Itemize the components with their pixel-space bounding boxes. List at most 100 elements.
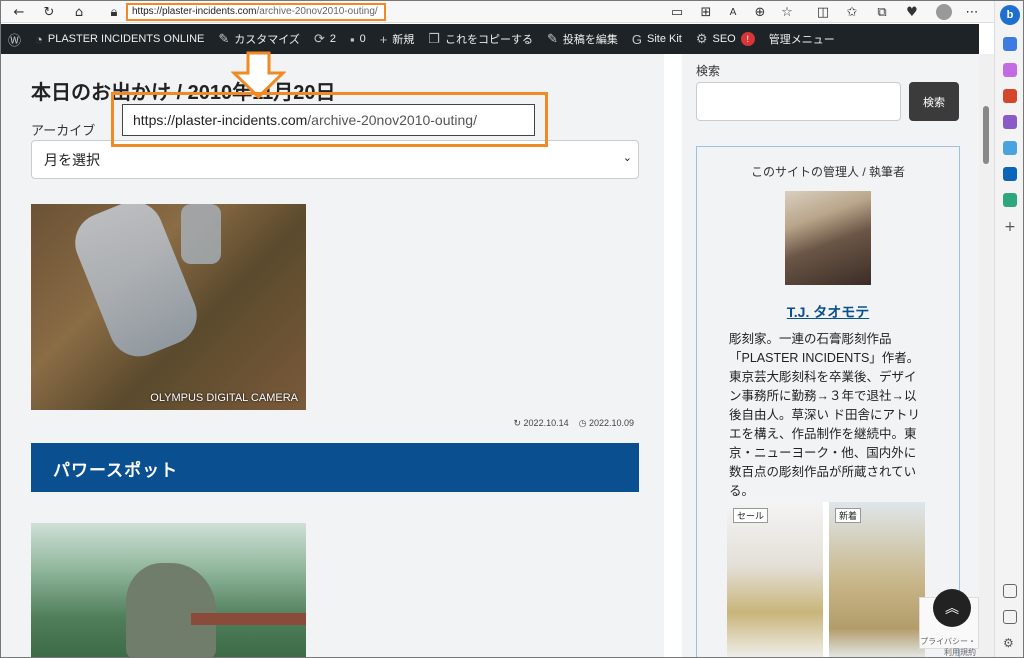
favorite-star-icon[interactable]: ☆ (779, 4, 795, 20)
read-aloud-icon[interactable]: A (725, 4, 741, 20)
collections-icon[interactable]: ⧉ (874, 4, 890, 20)
photo-leg-shape-2 (181, 204, 221, 264)
double-chevron-up-icon: ︽ (945, 601, 959, 617)
lock-icon[interactable]: 🔒︎ (106, 4, 122, 20)
ad-tag-sale: セール (733, 508, 769, 523)
shopping-icon[interactable] (1003, 63, 1017, 77)
clock-icon: ◷ (578, 418, 589, 428)
refresh-date-icon: ↻ (513, 418, 524, 428)
callout-url-path: /archive-20nov2010-outing/ (307, 112, 477, 128)
updated-date: ↻ 2022.10.14 (514, 418, 569, 429)
ad-tag-new: 新着 (835, 508, 862, 523)
comments-link[interactable]: ▪ 0 (343, 24, 373, 54)
ad-item-new[interactable]: 新着 (829, 502, 925, 657)
chevron-down-icon: ⌄ (622, 152, 632, 164)
update-icon: ⟳ (313, 31, 325, 46)
sitekit-link[interactable]: G Site Kit (625, 24, 689, 54)
search-input[interactable] (696, 82, 901, 121)
outlook-icon[interactable] (1003, 167, 1017, 181)
external-link-icon[interactable] (1003, 610, 1017, 624)
post-dates: ↻ 2022.10.14 ◷ 2022.10.09 (514, 418, 635, 429)
plus-icon: + (379, 31, 388, 47)
author-box-heading: このサイトの管理人 / 執筆者 (750, 165, 905, 179)
browser-toolbar: ← ↻ ⌂ 🔒︎ https://plaster-incidents.com/a… (1, 1, 994, 23)
admin-menu-link[interactable]: 管理メニュー (762, 24, 842, 54)
brush-icon: ✎ (218, 31, 230, 46)
updates-count: 2 (329, 33, 336, 45)
published-date-text: 2022.10.09 (588, 418, 634, 428)
url-domain: https://plaster-incidents.com (132, 6, 257, 17)
comment-icon: ▪ (349, 31, 355, 47)
google-icon: G (631, 31, 642, 47)
published-date: ◷ 2022.10.09 (579, 418, 634, 429)
main-content: 本日のお出かけ / 2010年11月20日 アーカイブ 月を選択 ⌄ https… (1, 51, 664, 657)
browser-window: ← ↻ ⌂ 🔒︎ https://plaster-incidents.com/a… (0, 0, 1024, 658)
tools-icon[interactable] (1003, 89, 1017, 103)
site-name: PLASTER INCIDENTS ONLINE (47, 33, 205, 45)
edit-label: 投稿を編集 (562, 34, 618, 46)
office-icon[interactable] (1003, 141, 1017, 155)
site-name-link[interactable]: ◔ PLASTER INCIDENTS ONLINE (28, 24, 211, 54)
drop-icon[interactable] (1003, 193, 1017, 207)
author-avatar (785, 191, 871, 285)
archive-select-value: 月を選択 (44, 152, 100, 168)
admin-menu-label: 管理メニュー (768, 34, 835, 46)
customize-label: カスタマイズ (234, 34, 300, 46)
apps-icon[interactable]: ⊞ (698, 4, 714, 20)
refresh-icon[interactable]: ↻ (41, 4, 57, 20)
url-path: /archive-20nov2010-outing/ (256, 6, 378, 17)
search-label: 検索 (696, 64, 721, 78)
zoom-icon[interactable]: ⊕ (752, 4, 768, 20)
profile-avatar-icon[interactable] (936, 4, 952, 20)
author-name-link[interactable]: T.J. タオモテ (697, 302, 959, 322)
ad-item-sale[interactable]: セール (727, 502, 823, 657)
home-icon[interactable]: ⌂ (71, 4, 87, 20)
sidebar-layout-icon[interactable] (1003, 584, 1017, 598)
extensions-icon[interactable]: ♥ (904, 4, 920, 20)
featured-photo-walk[interactable]: OLYMPUS DIGITAL CAMERA (31, 204, 306, 410)
copy-icon: ❐ (428, 31, 440, 46)
sitekit-label: Site Kit (646, 33, 682, 45)
new-content-link[interactable]: + 新規 (373, 24, 422, 54)
customize-link[interactable]: ✎ カスタマイズ (211, 24, 307, 54)
updates-link[interactable]: ⟳ 2 (307, 24, 343, 54)
archive-label: アーカイブ (31, 123, 96, 138)
search-button[interactable]: 検索 (909, 82, 959, 121)
photo-rock-shape (126, 563, 216, 657)
photo-caption: OLYMPUS DIGITAL CAMERA (150, 392, 298, 404)
sidebar-search-icon[interactable] (1003, 37, 1017, 51)
address-bar[interactable]: https://plaster-incidents.com/archive-20… (126, 3, 386, 21)
wordpress-logo-button[interactable]: Ⓦ (1, 24, 28, 54)
edit-post-link[interactable]: ✎ 投稿を編集 (540, 24, 625, 54)
updated-date-text: 2022.10.14 (523, 418, 569, 428)
more-icon[interactable]: ⋯ (964, 4, 980, 20)
forest-photo[interactable] (31, 523, 306, 657)
page-scrollbar[interactable] (979, 54, 994, 657)
author-bio: 彫刻家。一連の石膏彫刻作品「PLASTER INCIDENTS」作者。東京芸大彫… (729, 332, 920, 498)
reader-icon[interactable]: ▭ (669, 4, 685, 20)
comments-count: 0 (359, 33, 366, 45)
games-icon[interactable] (1003, 115, 1017, 129)
favorites-icon[interactable]: ✩ (844, 4, 860, 20)
dashboard-icon: ◔ (35, 31, 43, 47)
scrollbar-thumb[interactable] (983, 106, 989, 164)
right-sidebar: 検索 検索 このサイトの管理人 / 執筆者 T.J. タオモテ 彫刻家。一連の石… (664, 54, 979, 657)
new-label: 新規 (392, 34, 415, 46)
wp-admin-bar: Ⓦ ◔ PLASTER INCIDENTS ONLINE ✎ カスタマイズ ⟳ 2 ▪… (1, 24, 979, 54)
add-icon[interactable]: + (1003, 219, 1017, 235)
seo-label: SEO (712, 33, 736, 45)
scroll-to-top-button[interactable]: ︽ (933, 589, 971, 627)
settings-gear-icon[interactable]: ⚙ (1003, 636, 1017, 650)
author-profile-box: このサイトの管理人 / 執筆者 T.J. タオモテ 彫刻家。一連の石膏彫刻作品「… (696, 146, 960, 657)
split-screen-icon[interactable]: ◫ (815, 4, 831, 20)
section-heading: パワースポット (31, 443, 639, 492)
url-callout-box: https://plaster-incidents.com/archive-20… (122, 104, 535, 136)
bing-icon[interactable]: b (1000, 5, 1020, 25)
callout-url-domain: https://plaster-incidents.com (133, 112, 308, 128)
photo-bridge-shape (191, 613, 306, 625)
seo-link[interactable]: ⚙ SEO! (689, 24, 762, 54)
ad-banner[interactable]: セール 新着 (727, 502, 925, 657)
copy-post-link[interactable]: ❐ これをコピーする (421, 24, 540, 54)
url-callout: https://plaster-incidents.com/archive-20… (111, 92, 548, 147)
back-icon[interactable]: ← (11, 4, 27, 20)
